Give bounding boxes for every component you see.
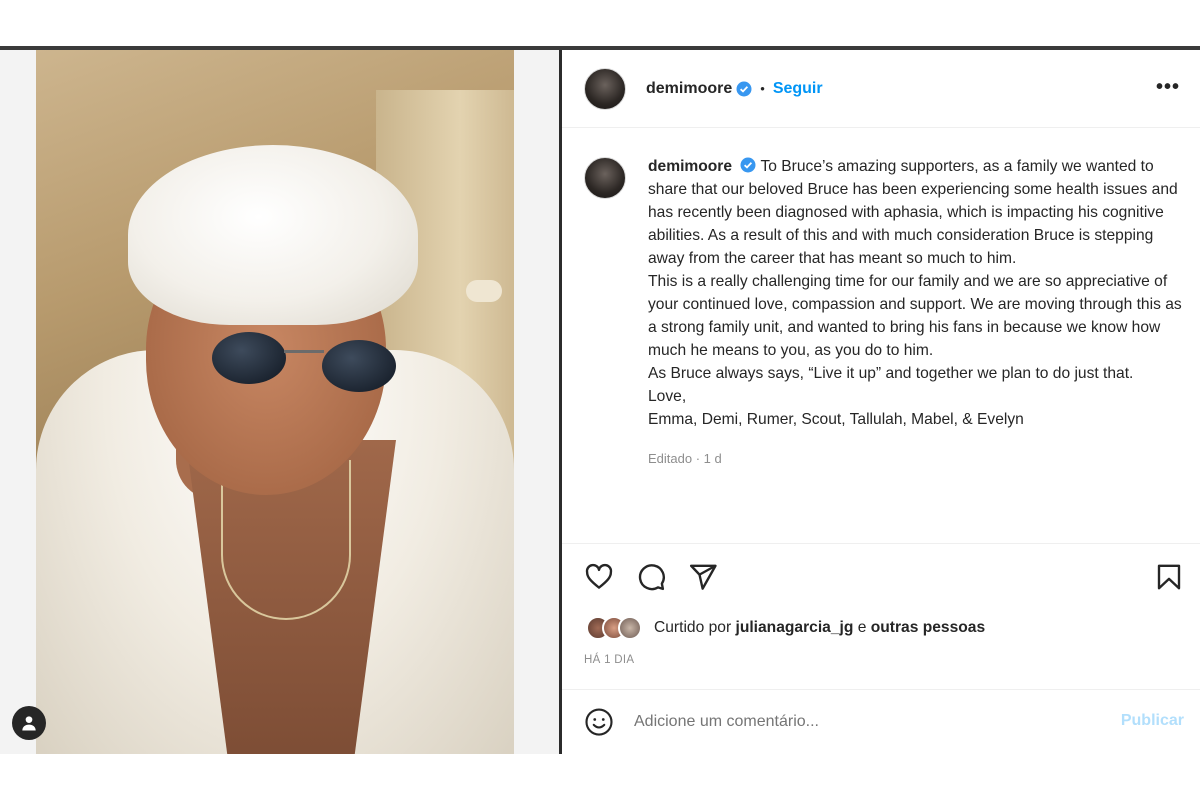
paper-plane-icon[interactable] [688,562,718,592]
publish-button[interactable]: Publicar [1121,712,1184,730]
verified-badge-icon [736,81,752,96]
save-button[interactable] [1154,562,1184,597]
likes-prefix: Curtido por [654,619,732,636]
caption-author-avatar[interactable] [584,157,626,199]
caption-paragraph: As Bruce always says, “Live it up” and t… [648,365,1134,382]
verified-badge-icon [740,157,756,173]
more-options-icon[interactable]: ••• [1156,76,1180,99]
other-likers-link[interactable]: outras pessoas [871,619,985,636]
post-header: demimoore • Seguir ••• [562,50,1200,128]
actions-bar: Curtido por julianagarcia_jg e outras pe… [562,543,1200,689]
post-media[interactable] [0,50,560,754]
comment-input[interactable] [634,713,1094,731]
caption-paragraph: This is a really challenging time for ou… [648,273,1182,359]
separator-dot: • [760,81,765,96]
caption-paragraph: Love, [648,388,687,405]
background-handle [466,280,502,302]
caption-username[interactable]: demimoore [648,158,732,175]
author-username[interactable]: demimoore [646,80,732,98]
instagram-post-modal: demimoore • Seguir ••• demimoore To Bruc… [0,46,1200,754]
user-silhouette-icon[interactable] [12,706,46,740]
likes-text: Curtido por julianagarcia_jg e outras pe… [654,619,985,637]
post-side-panel: demimoore • Seguir ••• demimoore To Bruc… [562,50,1200,754]
post-timestamp[interactable]: HÁ 1 DIA [584,654,634,666]
action-icons [584,562,718,592]
liker-username-link[interactable]: julianagarcia_jg [735,619,853,636]
sunglasses-left-lens [212,332,286,384]
heart-icon[interactable] [584,562,614,592]
follow-button[interactable]: Seguir [773,80,823,98]
sunglasses-right-lens [322,340,396,392]
likes-summary: Curtido por julianagarcia_jg e outras pe… [586,616,985,640]
post-photo [36,50,514,754]
caption-paragraph: Emma, Demi, Rumer, Scout, Tallulah, Mabe… [648,411,1024,428]
sunglasses-bridge [284,350,324,353]
author-avatar[interactable] [584,67,626,110]
smiley-icon[interactable] [584,707,614,737]
comment-bar: Publicar [562,689,1200,754]
edited-timestamp: Editado · 1 d [648,451,722,466]
caption-paragraph: demimoore To Bruce’s amazing supporters,… [648,155,1188,270]
caption-section: demimoore To Bruce’s amazing supporters,… [562,129,1200,543]
liker-avatar[interactable] [618,616,642,640]
bookmark-icon[interactable] [1154,562,1184,592]
caption-body: demimoore To Bruce’s amazing supporters,… [648,155,1188,543]
comment-bubble-icon[interactable] [636,562,666,592]
head-towel [128,145,418,325]
likes-conjunction: e [857,619,867,636]
